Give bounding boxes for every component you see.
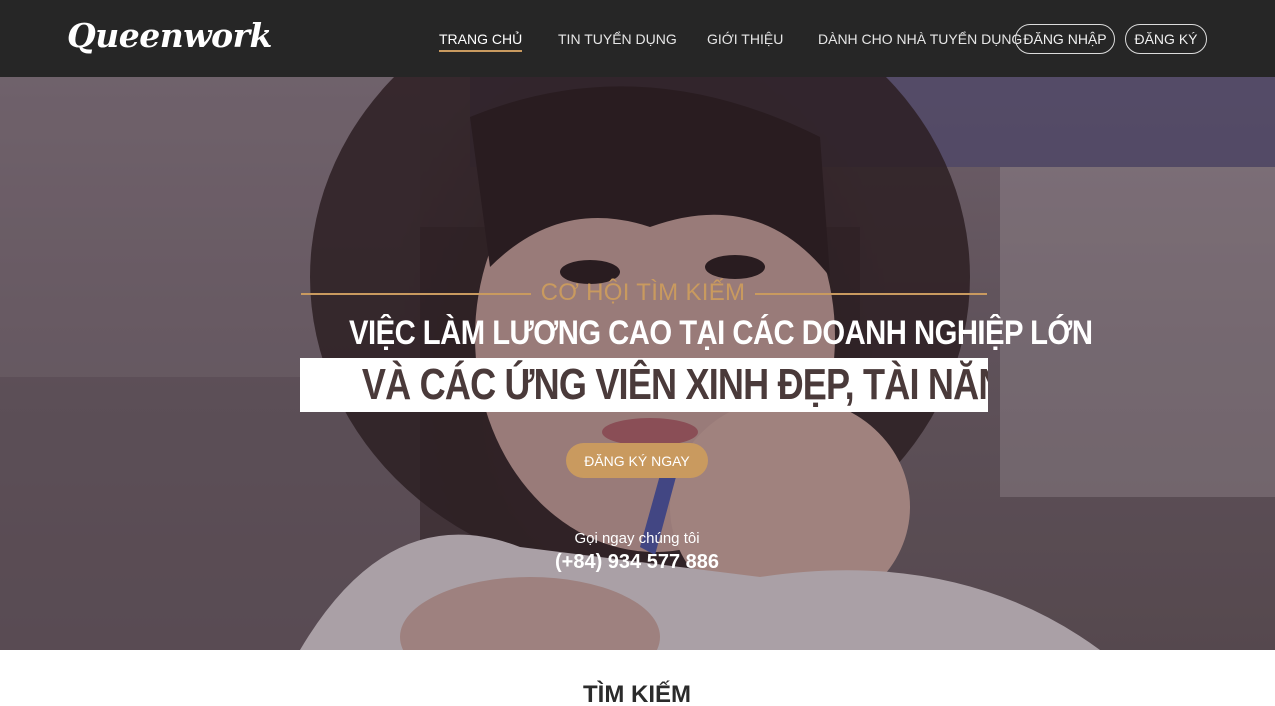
eyebrow-row: CƠ HỘI TÌM KIẾM [301, 278, 987, 308]
site-logo[interactable]: Queenwork [67, 14, 272, 58]
nav-item-about[interactable]: GIỚI THIỆU [707, 30, 783, 50]
nav-item-employers[interactable]: DÀNH CHO NHÀ TUYỂN DỤNG [818, 30, 1022, 50]
search-section: TÌM KIẾM [0, 650, 1275, 706]
call-us-label: Gọi ngay chúng tôi [574, 530, 700, 547]
nav-item-home[interactable]: TRANG CHỦ [439, 30, 523, 52]
top-navigation-bar: Queenwork TRANG CHỦ TIN TUYỂN DỤNG GIỚI … [0, 0, 1275, 77]
register-button[interactable]: ĐĂNG KÝ [1125, 24, 1207, 54]
hero-banner: CƠ HỘI TÌM KIẾM VIỆC LÀM LƯƠNG CAO TẠI C… [0, 77, 1275, 650]
hero-eyebrow: CƠ HỘI TÌM KIẾM [540, 279, 746, 306]
nav-item-jobs[interactable]: TIN TUYỂN DỤNG [558, 30, 677, 50]
phone-number[interactable]: (+84) 934 577 886 [437, 549, 837, 575]
landing-page: Queenwork TRANG CHỦ TIN TUYỂN DỤNG GIỚI … [0, 0, 1275, 706]
search-section-title: TÌM KIẾM [583, 681, 691, 706]
login-button[interactable]: ĐĂNG NHẬP [1015, 24, 1115, 54]
eyebrow-divider-left [301, 293, 531, 295]
hero-subheadline-box: VÀ CÁC ỨNG VIÊN XINH ĐẸP, TÀI NĂNG [300, 358, 988, 412]
hero-subheadline: VÀ CÁC ỨNG VIÊN XINH ĐẸP, TÀI NĂNG [361, 360, 988, 409]
eyebrow-divider-right [755, 293, 987, 295]
hero-headline: VIỆC LÀM LƯƠNG CAO TẠI CÁC DOANH NGHIỆP … [349, 314, 1093, 352]
register-now-button[interactable]: ĐĂNG KÝ NGAY [566, 443, 708, 478]
